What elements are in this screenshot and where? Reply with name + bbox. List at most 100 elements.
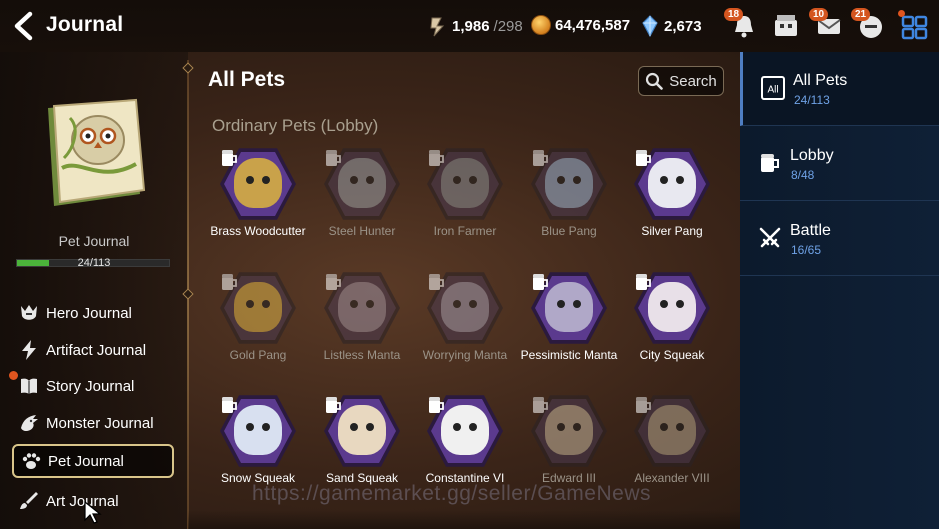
category-all-pets[interactable]: All All Pets 24/113 bbox=[740, 52, 939, 126]
pet-card[interactable]: Worrying Manta bbox=[413, 270, 517, 390]
pet-portrait bbox=[324, 393, 400, 469]
pet-avatar bbox=[441, 158, 489, 208]
lobby-mug-icon bbox=[429, 150, 444, 166]
pet-portrait bbox=[220, 393, 296, 469]
pet-card[interactable]: Pessimistic Manta bbox=[517, 270, 621, 390]
pet-eye bbox=[469, 300, 477, 308]
pet-eye bbox=[453, 176, 461, 184]
pet-eye bbox=[676, 176, 684, 184]
pet-card[interactable]: Gold Pang bbox=[206, 270, 310, 390]
pet-portrait bbox=[634, 393, 710, 469]
pet-eye bbox=[366, 423, 374, 431]
menu-hero-journal[interactable]: Hero Journal bbox=[12, 296, 174, 330]
pet-category-title: Ordinary Pets (Lobby) bbox=[212, 116, 379, 135]
lobby-mug-icon bbox=[222, 274, 237, 290]
lobby-mug-icon bbox=[533, 397, 548, 413]
notification-bell-button[interactable]: 18 bbox=[724, 8, 758, 40]
pet-portrait bbox=[634, 270, 710, 346]
pet-portrait bbox=[324, 146, 400, 222]
lobby-mug-icon bbox=[429, 397, 444, 413]
pet-eye bbox=[350, 300, 358, 308]
pet-journal-screen: Journal 1,986/298 64,476,587 2,673 18 10… bbox=[0, 0, 939, 529]
menu-label: Pet Journal bbox=[48, 452, 124, 470]
lobby-mug-icon bbox=[761, 154, 779, 172]
pet-avatar bbox=[545, 158, 593, 208]
pet-avatar bbox=[648, 405, 696, 455]
pet-eye bbox=[469, 176, 477, 184]
pet-eye bbox=[350, 176, 358, 184]
pet-eye bbox=[469, 423, 477, 431]
main-menu-button[interactable] bbox=[898, 10, 929, 40]
shop-button[interactable] bbox=[772, 12, 800, 40]
chat-button[interactable]: 21 bbox=[851, 8, 885, 40]
pet-name: Worrying Manta bbox=[422, 348, 508, 362]
pet-eye bbox=[660, 176, 668, 184]
pet-card[interactable]: Blue Pang bbox=[517, 146, 621, 266]
pet-portrait bbox=[531, 270, 607, 346]
dragon-icon bbox=[21, 415, 38, 431]
pet-eye bbox=[246, 423, 254, 431]
back-arrow-icon[interactable] bbox=[10, 11, 38, 41]
book-label: Pet Journal bbox=[58, 233, 130, 249]
pet-avatar bbox=[648, 282, 696, 332]
menu-artifact-journal[interactable]: Artifact Journal bbox=[12, 333, 174, 367]
paw-icon bbox=[22, 453, 41, 469]
lobby-mug-icon bbox=[429, 274, 444, 290]
category-count: 16/65 bbox=[791, 243, 822, 257]
pet-portrait bbox=[531, 393, 607, 469]
lobby-mug-icon bbox=[326, 150, 341, 166]
all-icon: All bbox=[761, 76, 785, 100]
mouse-cursor-icon bbox=[84, 501, 102, 524]
lobby-mug-icon bbox=[222, 397, 237, 413]
top-bar: Journal 1,986/298 64,476,587 2,673 18 10… bbox=[0, 0, 939, 52]
menu-story-journal[interactable]: Story Journal bbox=[12, 369, 174, 403]
pet-card[interactable]: Silver Pang bbox=[620, 146, 724, 266]
pet-eye bbox=[453, 300, 461, 308]
lobby-mug-icon bbox=[636, 274, 651, 290]
crystal-resource[interactable]: 2,673 bbox=[640, 15, 702, 37]
category-lobby[interactable]: Lobby 8/48 bbox=[740, 127, 939, 201]
pet-portrait bbox=[531, 146, 607, 222]
watermark-text: https://gamemarket.gg/seller/GameNews bbox=[252, 482, 651, 505]
search-button[interactable]: Search bbox=[638, 66, 724, 96]
pet-eye bbox=[676, 300, 684, 308]
category-label: Lobby bbox=[790, 147, 834, 164]
pet-eye bbox=[246, 300, 254, 308]
pet-card[interactable]: Brass Woodcutter bbox=[206, 146, 310, 266]
pet-avatar bbox=[338, 282, 386, 332]
pet-portrait bbox=[220, 146, 296, 222]
category-count: 24/113 bbox=[794, 93, 830, 107]
category-battle[interactable]: Battle 16/65 bbox=[740, 202, 939, 276]
menu-pet-journal[interactable]: Pet Journal bbox=[12, 444, 174, 478]
stamina-icon bbox=[430, 17, 445, 37]
pet-portrait bbox=[634, 146, 710, 222]
pet-eye bbox=[350, 423, 358, 431]
pet-eye bbox=[660, 423, 668, 431]
pet-card[interactable]: City Squeak bbox=[620, 270, 724, 390]
gold-resource[interactable]: 64,476,587 bbox=[531, 15, 630, 35]
pet-card[interactable]: Steel Hunter bbox=[310, 146, 414, 266]
menu-monster-journal[interactable]: Monster Journal bbox=[12, 406, 174, 440]
pet-card[interactable]: Listless Manta bbox=[310, 270, 414, 390]
pet-card[interactable]: Iron Farmer bbox=[413, 146, 517, 266]
crossed-swords-icon bbox=[759, 227, 781, 248]
pet-avatar bbox=[648, 158, 696, 208]
stamina-resource[interactable]: 1,986/298 bbox=[428, 15, 523, 37]
pet-eye bbox=[246, 176, 254, 184]
lobby-mug-icon bbox=[326, 397, 341, 413]
lobby-mug-icon bbox=[326, 274, 341, 290]
crystal-icon bbox=[642, 15, 658, 37]
pet-name: Silver Pang bbox=[641, 224, 703, 238]
pet-eye bbox=[557, 423, 565, 431]
pet-avatar bbox=[545, 405, 593, 455]
pet-name: Blue Pang bbox=[541, 224, 597, 238]
pet-category-panel: All All Pets 24/113 Lobby 8/48 Battle 16… bbox=[740, 52, 939, 529]
pet-journal-book-icon bbox=[48, 98, 146, 206]
pet-portrait bbox=[324, 270, 400, 346]
category-label: All Pets bbox=[793, 72, 848, 89]
pet-avatar bbox=[441, 282, 489, 332]
pet-eye bbox=[262, 423, 270, 431]
pet-name: Pessimistic Manta bbox=[520, 348, 618, 362]
mail-button[interactable]: 10 bbox=[809, 8, 843, 40]
mail-badge: 10 bbox=[809, 8, 829, 21]
